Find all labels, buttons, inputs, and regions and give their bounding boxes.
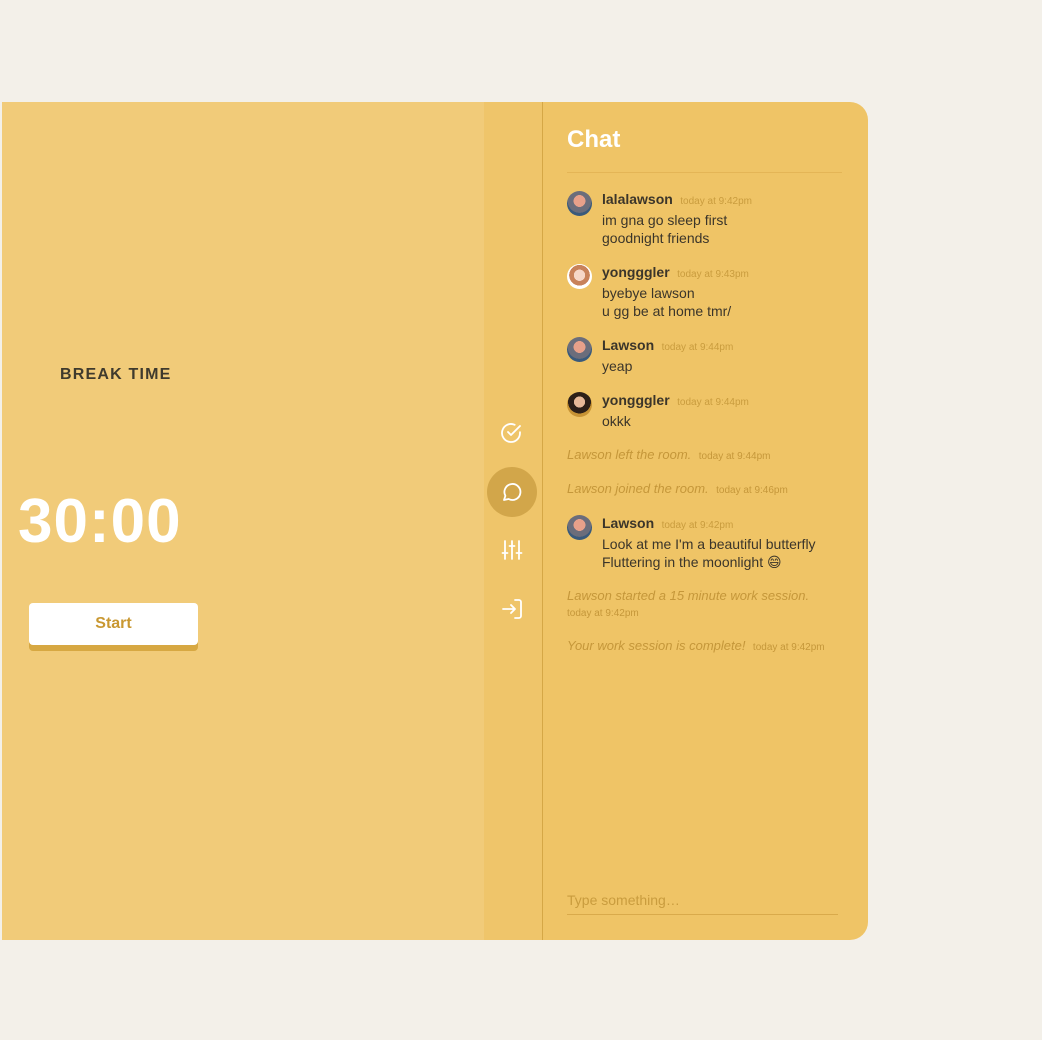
system-message-text: Your work session is complete! [567,638,746,653]
system-message-timestamp: today at 9:46pm [716,485,788,496]
sliders-icon [501,540,523,560]
system-message-timestamp: today at 9:42pm [567,608,639,619]
message-text: byebye lawson [602,285,695,301]
chat-input[interactable] [567,886,838,915]
app-window: BREAK TIME 30:00 Start Chat lalalawson t… [2,102,868,940]
system-message-text: Lawson joined the room. [567,481,709,496]
message-text: goodnight friends [602,230,710,246]
message-username: yongggler [602,392,670,408]
message-timestamp: today at 9:44pm [661,342,734,353]
chat-divider [567,172,842,173]
message-timestamp: today at 9:44pm [677,397,749,408]
chat-panel: Chat lalalawson today at 9:42pm im gna g… [543,102,868,940]
message-timestamp: today at 9:42pm [661,520,734,531]
chat-message: Lawson today at 9:44pm yeap [567,336,848,375]
message-text: okkk [602,413,631,429]
chat-message: lalalawson today at 9:42pm im gna go sle… [567,190,848,247]
message-username: yongggler [602,264,670,280]
start-button[interactable]: Start [29,603,198,645]
message-list: lalalawson today at 9:42pm im gna go sle… [567,190,848,671]
mode-label: BREAK TIME [60,366,172,383]
message-text: u gg be at home tmr/ [602,303,732,319]
timer-display: 30:00 [18,487,182,556]
side-rail [484,102,543,940]
chat-message: yongggler today at 9:43pm byebye lawson … [567,263,848,320]
avatar [567,337,592,362]
system-message-timestamp: today at 9:44pm [698,451,771,462]
system-message: Your work session is complete! today at … [567,637,848,657]
avatar [567,191,592,216]
avatar [567,392,592,417]
message-username: lalalawson [602,191,673,207]
system-message: Lawson joined the room. today at 9:46pm [567,480,848,500]
message-timestamp: today at 9:43pm [677,269,749,280]
chat-bubble-icon [503,483,522,501]
settings-button[interactable] [487,525,537,575]
message-text: yeap [602,358,633,374]
tasks-button[interactable] [487,408,537,458]
message-timestamp: today at 9:42pm [680,196,752,207]
message-username: Lawson [602,337,655,353]
chat-button[interactable] [487,467,537,517]
chat-message: Lawson today at 9:42pm Look at me I'm a … [567,514,848,571]
message-username: Lawson [602,515,655,531]
avatar [567,515,592,540]
message-text: Fluttering in the moonlight 😄 [602,554,782,570]
enter-room-icon [502,599,522,619]
timer-panel: BREAK TIME 30:00 Start [2,102,484,940]
chat-message: yongggler today at 9:44pm okkk [567,391,848,430]
chat-title: Chat [567,126,621,153]
check-circle-icon [501,423,521,443]
system-message: Lawson left the room. today at 9:44pm [567,446,848,466]
message-text: Look at me I'm a beautiful butterfly [602,536,816,552]
system-message: Lawson started a 15 minute work session.… [567,587,848,623]
leave-button[interactable] [487,584,537,634]
avatar [567,264,592,289]
system-message-text: Lawson started a 15 minute work session. [567,588,810,603]
system-message-timestamp: today at 9:42pm [752,642,825,653]
message-text: im gna go sleep first [602,212,728,228]
system-message-text: Lawson left the room. [567,447,692,462]
